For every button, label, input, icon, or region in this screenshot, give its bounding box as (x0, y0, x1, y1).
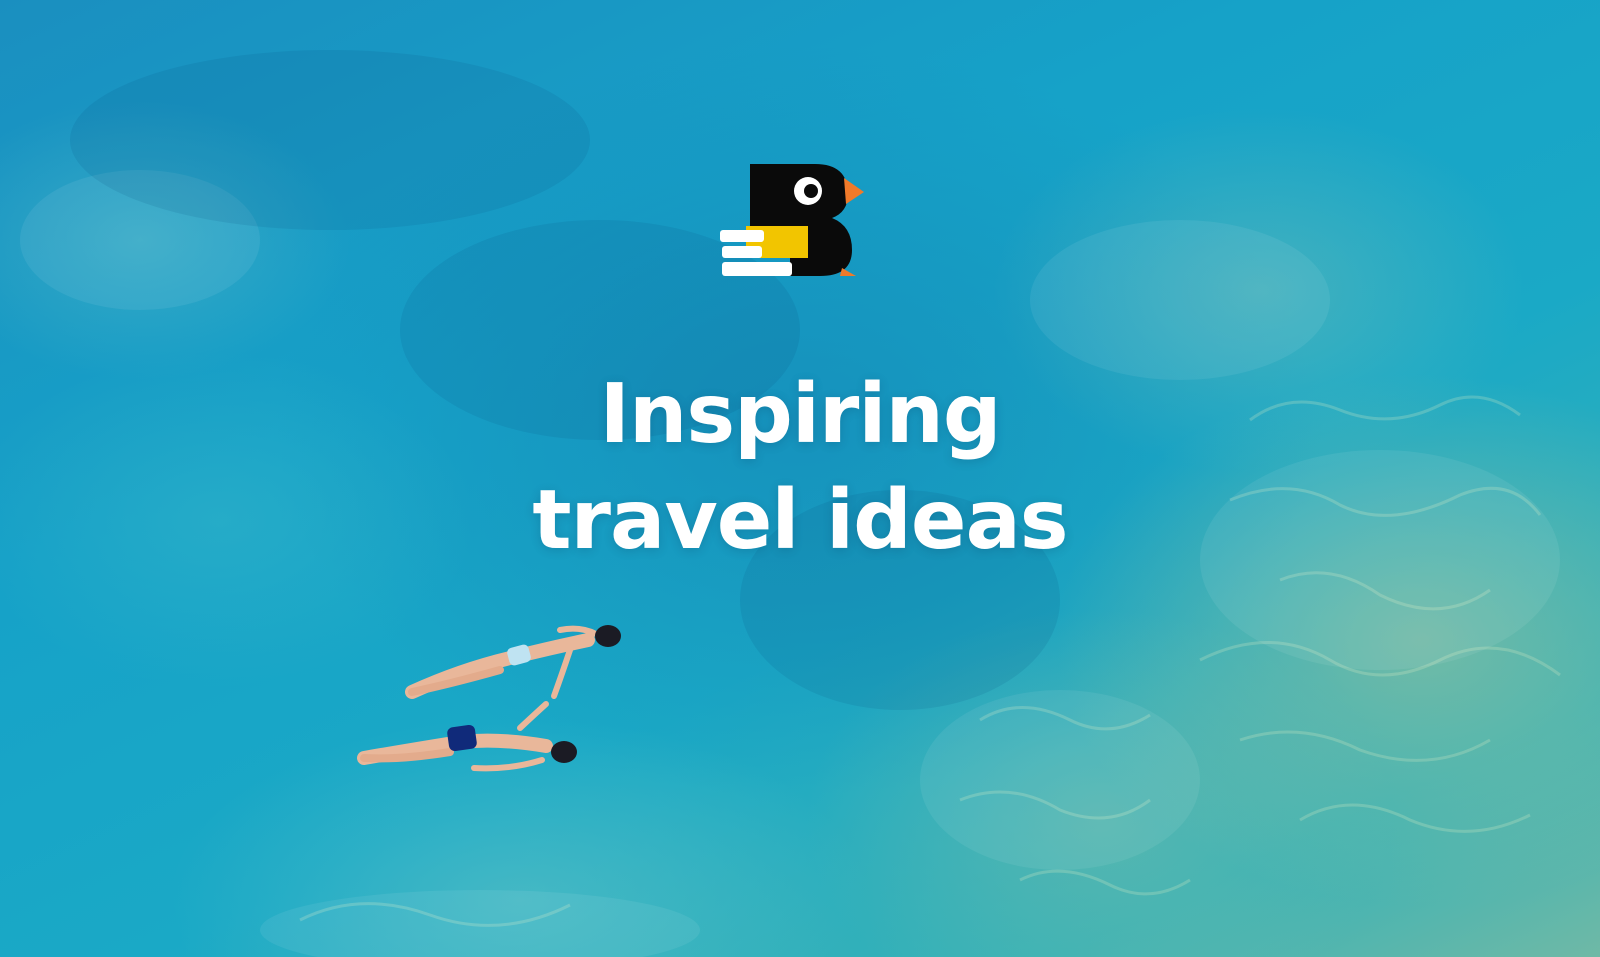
hero-page: Inspiring travel ideas (0, 0, 1600, 957)
headline-line-1: Inspiring (599, 367, 1001, 462)
hero-headline: Inspiring travel ideas (0, 362, 1600, 574)
headline-line-2: travel ideas (532, 473, 1068, 568)
swimmers-image (357, 625, 621, 772)
bird-b-logo-icon[interactable] (720, 164, 880, 284)
